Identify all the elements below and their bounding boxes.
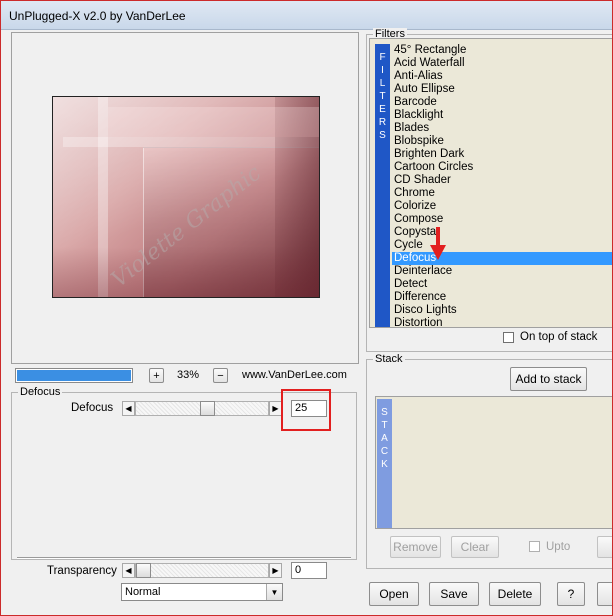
upto-checkbox[interactable] <box>529 541 540 552</box>
filter-item[interactable]: Colorize <box>392 200 612 213</box>
filter-item[interactable]: Chrome <box>392 187 612 200</box>
defocus-slider-track[interactable] <box>135 401 269 416</box>
window-title: UnPlugged-X v2.0 by VanDerLee <box>9 9 186 23</box>
on-top-label: On top of stack <box>520 331 598 343</box>
defocus-slider-thumb[interactable] <box>200 401 215 416</box>
arrow-down-icon <box>430 227 446 260</box>
strip-letter: K <box>381 459 388 470</box>
transparency-label: Transparency <box>47 565 117 577</box>
blend-mode-select[interactable]: Normal ▼ <box>121 583 283 601</box>
stack-list-box: STACK <box>375 396 612 529</box>
filter-list-box: FILTERS 45° Rectangle Acid Waterfall Anti-… <box>369 38 612 330</box>
defocus-label: Defocus <box>71 402 114 414</box>
transparency-value-input[interactable]: 0 <box>291 562 327 579</box>
strip-letter: I <box>381 65 384 76</box>
strip-letter: R <box>378 117 387 128</box>
footer-extra-button[interactable] <box>597 582 612 606</box>
divider <box>17 557 351 559</box>
title-bar[interactable]: UnPlugged-X v2.0 by VanDerLee <box>1 1 612 30</box>
zoom-in-button[interactable]: + <box>149 368 164 383</box>
preview-image[interactable] <box>52 96 320 298</box>
filter-item[interactable]: Distortion <box>392 317 612 330</box>
transparency-increase-button[interactable]: ▶ <box>269 563 282 578</box>
filter-item[interactable]: Brighten Dark <box>392 148 612 161</box>
filter-item[interactable]: Disco Lights <box>392 304 612 317</box>
filter-item[interactable]: Copystar <box>392 226 612 239</box>
filters-vertical-label: FILTERS <box>375 44 390 327</box>
filter-item[interactable]: Barcode <box>392 96 612 109</box>
remove-button[interactable]: Remove <box>390 536 441 558</box>
zoom-out-button[interactable]: − <box>213 368 228 383</box>
strip-letter: A <box>381 433 388 444</box>
strip-letter: F <box>379 52 386 63</box>
filter-item[interactable]: CD Shader <box>392 174 612 187</box>
help-button[interactable]: ? <box>557 582 585 606</box>
progress-fill <box>17 370 131 381</box>
strip-letter: S <box>379 130 386 141</box>
filter-item[interactable]: Blobspike <box>392 135 612 148</box>
zoom-level: 33% <box>177 369 200 381</box>
arrow-right-icon: ▶ <box>272 566 279 575</box>
filter-item[interactable]: Detect <box>392 278 612 291</box>
strip-letter: T <box>379 91 386 102</box>
strip-letter: S <box>381 407 388 418</box>
upto-label: Upto <box>546 541 571 553</box>
arrow-left-icon: ◀ <box>125 566 132 575</box>
clear-button[interactable]: Clear <box>451 536 499 558</box>
filter-item[interactable]: Difference <box>392 291 612 304</box>
highlight-box <box>281 389 331 431</box>
transparency-slider-track[interactable] <box>135 563 269 578</box>
chevron-down-icon[interactable]: ▼ <box>266 584 282 600</box>
filter-item[interactable]: Deinterlace <box>392 265 612 278</box>
strip-letter: L <box>379 78 386 89</box>
arrow-left-icon: ◀ <box>125 404 132 413</box>
filter-item[interactable]: Anti-Alias <box>392 70 612 83</box>
save-button[interactable]: Save <box>429 582 479 606</box>
delete-button[interactable]: Delete <box>489 582 541 606</box>
filter-item[interactable]: Blades <box>392 122 612 135</box>
filter-item[interactable]: Blacklight <box>392 109 612 122</box>
parameter-group-title: Defocus <box>18 386 63 398</box>
filter-item[interactable]: 45° Rectangle <box>392 44 612 57</box>
website-link[interactable]: www.VanDerLee.com <box>242 369 347 381</box>
filter-item[interactable]: Cartoon Circles <box>392 161 612 174</box>
plugin-window: UnPlugged-X v2.0 by VanDerLee Violette G… <box>0 0 613 616</box>
stack-vertical-label: STACK <box>377 399 392 528</box>
progress-bar <box>15 368 133 383</box>
stack-extra-button[interactable] <box>597 536 612 558</box>
filter-item[interactable]: Auto Ellipse <box>392 83 612 96</box>
strip-letter: T <box>381 420 388 431</box>
open-button[interactable]: Open <box>369 582 419 606</box>
stack-group-title: Stack <box>373 353 405 365</box>
strip-letter: C <box>380 446 389 457</box>
arrow-right-icon: ▶ <box>272 404 279 413</box>
filter-item[interactable]: Defocus <box>392 252 612 265</box>
filter-item[interactable]: Compose <box>392 213 612 226</box>
filter-list: 45° Rectangle Acid Waterfall Anti-Alias Aut… <box>392 44 612 330</box>
preview-panel: Violette Graphic <box>11 32 359 364</box>
filter-item[interactable]: Cycle <box>392 239 612 252</box>
blend-mode-value: Normal <box>125 586 161 598</box>
on-top-checkbox[interactable] <box>503 332 514 343</box>
transparency-slider-thumb[interactable] <box>136 563 151 578</box>
add-to-stack-button[interactable]: Add to stack <box>510 367 587 391</box>
defocus-decrease-button[interactable]: ◀ <box>122 401 135 416</box>
transparency-decrease-button[interactable]: ◀ <box>122 563 135 578</box>
strip-letter: E <box>379 104 386 115</box>
filter-item[interactable]: Acid Waterfall <box>392 57 612 70</box>
